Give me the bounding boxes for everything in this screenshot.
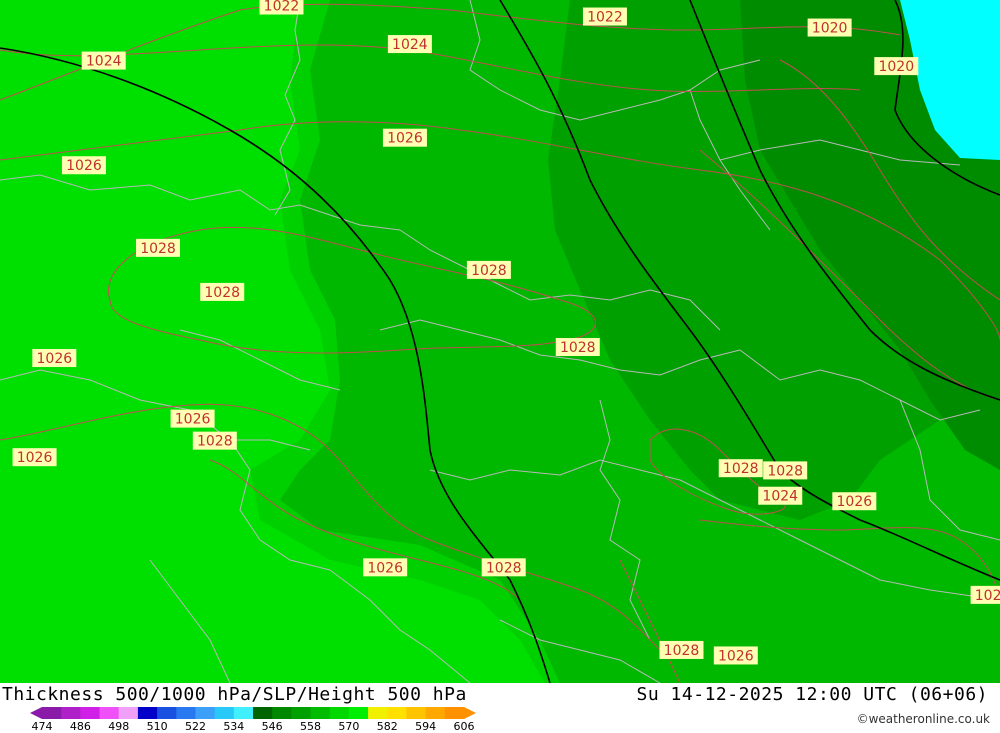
- isobar-label-text: 1028: [664, 643, 700, 659]
- isobar-label-text: 1028: [486, 560, 522, 576]
- isobar-label-text: 1028: [471, 263, 507, 279]
- legend-swatch: [99, 707, 120, 719]
- weather-map: 1022 1022 1020 1024 1024 1020 1026 1026 1028 1028…: [0, 0, 1000, 683]
- isobar-label-text: 1020: [878, 59, 914, 75]
- isobar-label: 1020: [874, 57, 919, 76]
- isobar-label: 1024: [970, 585, 1000, 604]
- isobar-label-text: 1026: [17, 450, 53, 466]
- legend-tick-label: 534: [223, 720, 244, 733]
- isobar-label: 1028: [466, 260, 511, 279]
- legend-tick-label: 522: [185, 720, 206, 733]
- map-title: Thickness 500/1000 hPa/SLP/Height 500 hP…: [2, 684, 467, 705]
- legend-swatch: [272, 707, 292, 719]
- isobar-label-text: 1024: [86, 54, 122, 70]
- legend-tick-label: 594: [415, 720, 436, 733]
- isobar-label: 1024: [81, 51, 126, 70]
- isobar-label-text: 1028: [197, 434, 233, 450]
- isobar-label: 1028: [192, 431, 237, 450]
- valid-time: Su 14-12-2025 12:00 UTC (06+06): [636, 684, 988, 705]
- legend-swatch: [387, 707, 407, 719]
- isobar-label: 1028: [718, 459, 763, 478]
- isobar-label: 1020: [807, 18, 852, 37]
- isobar-label: 1026: [32, 349, 77, 368]
- isobar-label-text: 1028: [204, 285, 240, 301]
- isobar-label: 1026: [713, 646, 758, 665]
- legend-arrow-right: [464, 707, 476, 719]
- legend-swatch: [195, 707, 216, 719]
- isobar-label-text: 1026: [718, 648, 754, 664]
- legend-swatch: [329, 707, 350, 719]
- isobar-label-text: 1026: [66, 158, 102, 174]
- isobar-label: 1028: [200, 282, 245, 301]
- isobar-label: 1028: [659, 640, 704, 659]
- isobar-label: 1026: [170, 409, 215, 428]
- legend-swatch: [214, 707, 235, 719]
- isobar-label-text: 1028: [767, 463, 803, 479]
- isobar-label: 1026: [61, 156, 106, 175]
- legend-tick-label: 486: [70, 720, 91, 733]
- isobar-label: 1028: [555, 338, 600, 357]
- isobar-label-text: 1028: [560, 340, 596, 356]
- isobar-label: 1022: [259, 0, 304, 15]
- legend-swatch: [42, 707, 62, 719]
- isobar-label: 1028: [763, 461, 808, 480]
- legend-swatch: [61, 707, 81, 719]
- legend-swatch: [406, 707, 427, 719]
- legend-swatch: [291, 707, 312, 719]
- legend-swatch: [118, 707, 139, 719]
- legend-tick-label: 606: [454, 720, 475, 733]
- legend-swatch: [253, 707, 273, 719]
- legend-swatch: [80, 707, 101, 719]
- isobar-label-text: 1026: [37, 351, 73, 367]
- isobar-label-text: 1026: [387, 131, 423, 147]
- footer: Thickness 500/1000 hPa/SLP/Height 500 hP…: [0, 683, 1000, 733]
- isobar-label: 1026: [832, 492, 877, 511]
- isobar-label: 1026: [382, 128, 427, 147]
- isobar-label: 1024: [758, 486, 803, 505]
- legend-swatch: [137, 707, 158, 719]
- legend-tick-label: 510: [147, 720, 168, 733]
- legend-swatch: [348, 707, 369, 719]
- isobar-label: 1026: [363, 558, 408, 577]
- isobar-label-text: 1026: [175, 412, 211, 428]
- color-scale-legend: 474 486 498 510 522 534 546 558 570 582 594 606: [30, 707, 476, 733]
- isobar-label-text: 1024: [392, 37, 428, 53]
- legend-swatch: [310, 707, 331, 719]
- isobar-label-text: 1026: [367, 560, 403, 576]
- legend-swatch: [157, 707, 177, 719]
- isobar-label: 1028: [481, 558, 526, 577]
- isobar-label-text: 1022: [587, 10, 623, 26]
- legend-tick-label: 582: [377, 720, 398, 733]
- isobar-label-text: 1020: [812, 21, 848, 37]
- isobar-label-text: 1024: [975, 588, 1000, 604]
- isobar-label: 1026: [12, 448, 57, 467]
- legend-tick-label: 546: [262, 720, 283, 733]
- isobar-label-text: 1024: [762, 489, 798, 505]
- legend-swatch: [444, 707, 465, 719]
- isobar-label: 1022: [582, 7, 627, 26]
- legend-tick-label: 474: [32, 720, 53, 733]
- isobar-label: 1028: [136, 238, 181, 257]
- isobar-label-text: 1026: [837, 494, 873, 510]
- legend-tick-label: 498: [108, 720, 129, 733]
- legend-tick-label: 558: [300, 720, 321, 733]
- legend-tick-label: 570: [338, 720, 359, 733]
- isobar-label-text: 1028: [140, 241, 176, 257]
- legend-swatch: [368, 707, 388, 719]
- legend-arrow-left: [30, 707, 42, 719]
- isobar-label-text: 1022: [264, 0, 300, 15]
- legend-swatch: [233, 707, 254, 719]
- legend-swatch: [425, 707, 446, 719]
- isobar-label: 1024: [387, 35, 432, 54]
- legend-swatch: [176, 707, 196, 719]
- isobar-label-text: 1028: [723, 461, 759, 477]
- credit-link[interactable]: ©weatheronline.co.uk: [857, 712, 990, 726]
